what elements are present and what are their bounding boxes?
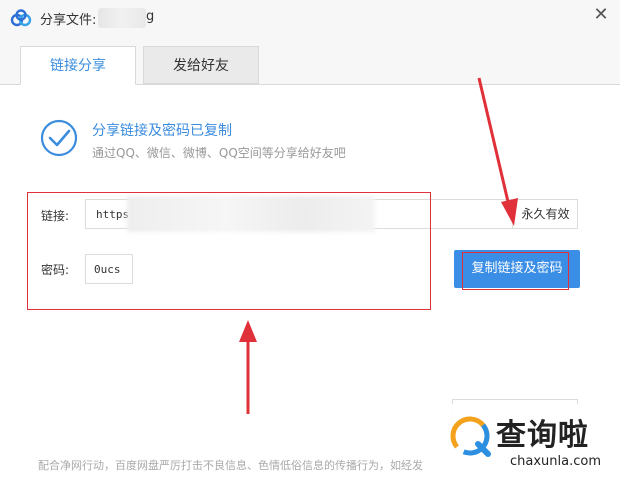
window-title: 分享文件:	[40, 13, 97, 28]
annotation-box-link-password	[27, 192, 431, 310]
success-subtitle: 通过QQ、微信、微博、QQ空间等分享给好友吧	[92, 146, 346, 160]
annotation-box-copy-button	[462, 252, 569, 290]
check-circle-icon	[40, 119, 78, 157]
success-title: 分享链接及密码已复制	[92, 123, 232, 139]
tab-link-share[interactable]: 链接分享	[20, 46, 136, 85]
annotation-arrow-down-icon	[477, 77, 518, 226]
watermark-title: 查询啦	[496, 418, 589, 453]
baidu-netdisk-cloud-icon	[10, 9, 32, 27]
watermark-domain: chaxunla.com	[510, 454, 601, 469]
tab-send-to-friends[interactable]: 发给好友	[143, 46, 259, 84]
watermark: 查询啦 chaxunla.com	[440, 404, 620, 491]
title-bar: 分享文件: g ✕	[0, 0, 620, 36]
redacted-filename	[98, 8, 146, 28]
window-title-suffix: g	[146, 9, 155, 24]
chaxunla-logo-icon	[450, 416, 491, 457]
footer-notice: 配合净网行动，百度网盘严厉打击不良信息、色情低俗信息的传播行为，如经发	[38, 459, 423, 472]
annotation-arrow-up-icon	[239, 320, 257, 414]
close-icon[interactable]: ✕	[590, 4, 612, 26]
